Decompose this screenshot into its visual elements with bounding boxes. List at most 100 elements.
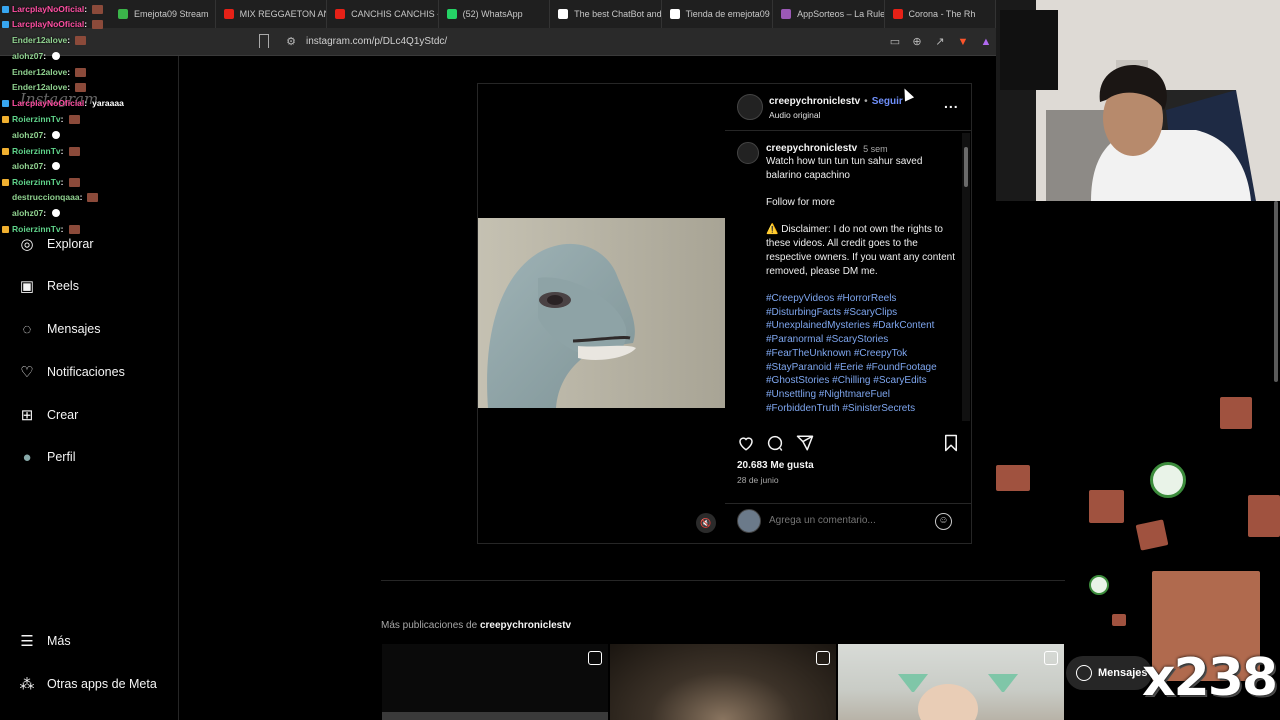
share-post-icon[interactable] — [796, 434, 814, 452]
browser-tab[interactable]: Tienda de emejota09 | — [662, 0, 774, 28]
chat-badge-icon — [2, 20, 9, 28]
chat-message: Ender12alove : — [2, 82, 87, 92]
likes-count[interactable]: 20.683 Me gusta — [737, 460, 814, 471]
comment-icon[interactable] — [766, 434, 784, 452]
comment-input[interactable] — [769, 515, 919, 526]
chat-username: alohz07 — [12, 130, 44, 140]
plus-square-icon: ⊞ — [20, 407, 34, 424]
sidebar-item-more[interactable]: ☰ Más — [18, 630, 70, 652]
chat-message: LarcplayNoOficial : — [2, 19, 104, 29]
more-options-icon[interactable]: ... — [944, 96, 959, 110]
sidebar-item-reels[interactable]: ▣ Reels — [18, 275, 79, 297]
sidebar-item-meta-apps[interactable]: ⁂ Otras apps de Meta — [18, 673, 157, 695]
messages-label: Mensajes — [1098, 667, 1148, 679]
chat-badge-icon — [2, 225, 9, 233]
share-icon[interactable]: ↗ — [934, 36, 946, 48]
section-divider — [381, 580, 1065, 581]
comment-box: ☺ — [725, 503, 971, 539]
rewards-icon[interactable]: ▲ — [980, 36, 992, 48]
browser-tab[interactable]: CANCHIS CANCHIS - Y — [327, 0, 439, 28]
page-scrollbar[interactable] — [1272, 201, 1280, 382]
reel-icon — [1044, 651, 1058, 665]
chat-badge-icon — [2, 5, 9, 13]
chat-message: RoierzinnTv : — [2, 114, 80, 124]
emote — [996, 465, 1030, 491]
post-thumbnail[interactable] — [610, 644, 836, 720]
hashtags[interactable]: #CreepyVideos #HorrorReels #DisturbingFa… — [766, 292, 956, 422]
caption-avatar[interactable] — [737, 142, 759, 164]
tab-favicon-icon — [669, 9, 680, 19]
sidebar-item-notificaciones[interactable]: ♡ Notificaciones — [18, 361, 125, 383]
post-date[interactable]: 28 de junio — [737, 475, 779, 485]
chat-badge-icon — [2, 132, 9, 139]
emote — [1248, 495, 1280, 537]
caption-username[interactable]: creepychroniclestv — [766, 143, 857, 154]
tab-label: MIX REGGAETON ANT — [239, 9, 328, 19]
chat-username: RoierzinnTv — [12, 146, 61, 156]
save-icon[interactable] — [942, 434, 960, 452]
chat-message: alohz07 : — [2, 51, 61, 61]
chat-username: LarcplayNoOficial — [12, 4, 85, 14]
chat-username: Ender12alove — [12, 67, 68, 77]
chat-message: alohz07 : — [2, 130, 61, 140]
emote-combo-counter: x238 — [1142, 648, 1278, 708]
follow-button[interactable]: Seguir — [872, 96, 903, 107]
post-thumbnail[interactable] — [838, 644, 1064, 720]
sidebar-item-mensajes[interactable]: ◌ Mensajes — [18, 318, 101, 340]
chat-emote — [75, 35, 87, 45]
sidebar-item-label: Crear — [47, 408, 79, 422]
post-video[interactable] — [478, 218, 725, 408]
messages-button[interactable]: Mensajes — [1066, 656, 1152, 690]
mute-icon[interactable]: 🔇 — [696, 513, 716, 533]
caption-scrollbar[interactable] — [962, 133, 970, 421]
sidebar-item-perfil[interactable]: ● Perfil — [18, 446, 75, 468]
tab-label: The best ChatBot and — [574, 9, 662, 19]
ghost-emote — [1150, 462, 1186, 498]
author-username[interactable]: creepychroniclestv — [769, 96, 860, 107]
chat-message: RoierzinnTv : — [2, 146, 80, 156]
screen-icon[interactable]: ▭ — [889, 36, 901, 48]
reel-icon — [816, 651, 830, 665]
bookmark-icon[interactable] — [259, 34, 269, 48]
browser-tab[interactable]: The best ChatBot and — [550, 0, 662, 28]
caption-line: Watch how tun tun tun sahur saved balari… — [766, 156, 923, 181]
emote — [1112, 614, 1126, 626]
chat-username: Ender12alove — [12, 82, 68, 92]
audio-label[interactable]: Audio original — [769, 110, 821, 120]
browser-tab[interactable]: MIX REGGAETON ANT — [216, 0, 328, 28]
author-avatar[interactable] — [737, 94, 763, 120]
chat-message: LarcplayNoOficial : yaraaaa — [2, 98, 124, 108]
post-thumbnail[interactable] — [382, 644, 608, 720]
emote — [1135, 519, 1169, 551]
more-posts-title: Más publicaciones de creepychroniclestv — [381, 620, 571, 631]
caption-timestamp[interactable]: 5 sem — [863, 144, 888, 154]
sidebar-item-crear[interactable]: ⊞ Crear — [18, 404, 79, 426]
browser-tab[interactable]: AppSorteos – La Ruleta — [773, 0, 885, 28]
chat-message: RoierzinnTv : — [2, 177, 80, 187]
chat-bubble-emote — [52, 131, 61, 139]
url-text[interactable]: instagram.com/p/DLc4Q1yStdc/ — [306, 36, 447, 47]
chat-badge-icon — [2, 163, 9, 170]
browser-address-bar[interactable]: ⚙ instagram.com/p/DLc4Q1yStdc/ ▭ ⊕ ↗ ▼ ▲ — [0, 28, 996, 56]
zoom-icon[interactable]: ⊕ — [911, 36, 923, 48]
tab-label: Emejota09 Stream — [134, 9, 209, 19]
brave-shield-icon[interactable]: ▼ — [957, 36, 969, 48]
emoji-icon[interactable]: ☺ — [935, 513, 952, 530]
tab-label: Tienda de emejota09 | — [685, 9, 774, 19]
more-posts-user[interactable]: creepychroniclestv — [480, 620, 571, 631]
caption-text: Watch how tun tun tun sahur saved balari… — [766, 155, 956, 422]
chat-emote — [75, 82, 87, 92]
site-settings-icon[interactable]: ⚙ — [285, 36, 297, 48]
chat-username: Ender12alove — [12, 35, 68, 45]
chat-emote — [75, 67, 87, 77]
sidebar-item-label: Notificaciones — [47, 365, 125, 379]
chat-badge-icon — [2, 210, 9, 217]
chat-username: RoierzinnTv — [12, 177, 61, 187]
like-icon[interactable] — [737, 434, 755, 452]
browser-tab[interactable]: (52) WhatsApp — [439, 0, 551, 28]
header-separator: • — [864, 96, 868, 107]
user-avatar — [737, 509, 761, 533]
heart-icon: ♡ — [20, 364, 34, 381]
browser-tab[interactable]: Corona - The Rh — [885, 0, 996, 28]
chat-message: alohz07 : — [2, 208, 61, 218]
